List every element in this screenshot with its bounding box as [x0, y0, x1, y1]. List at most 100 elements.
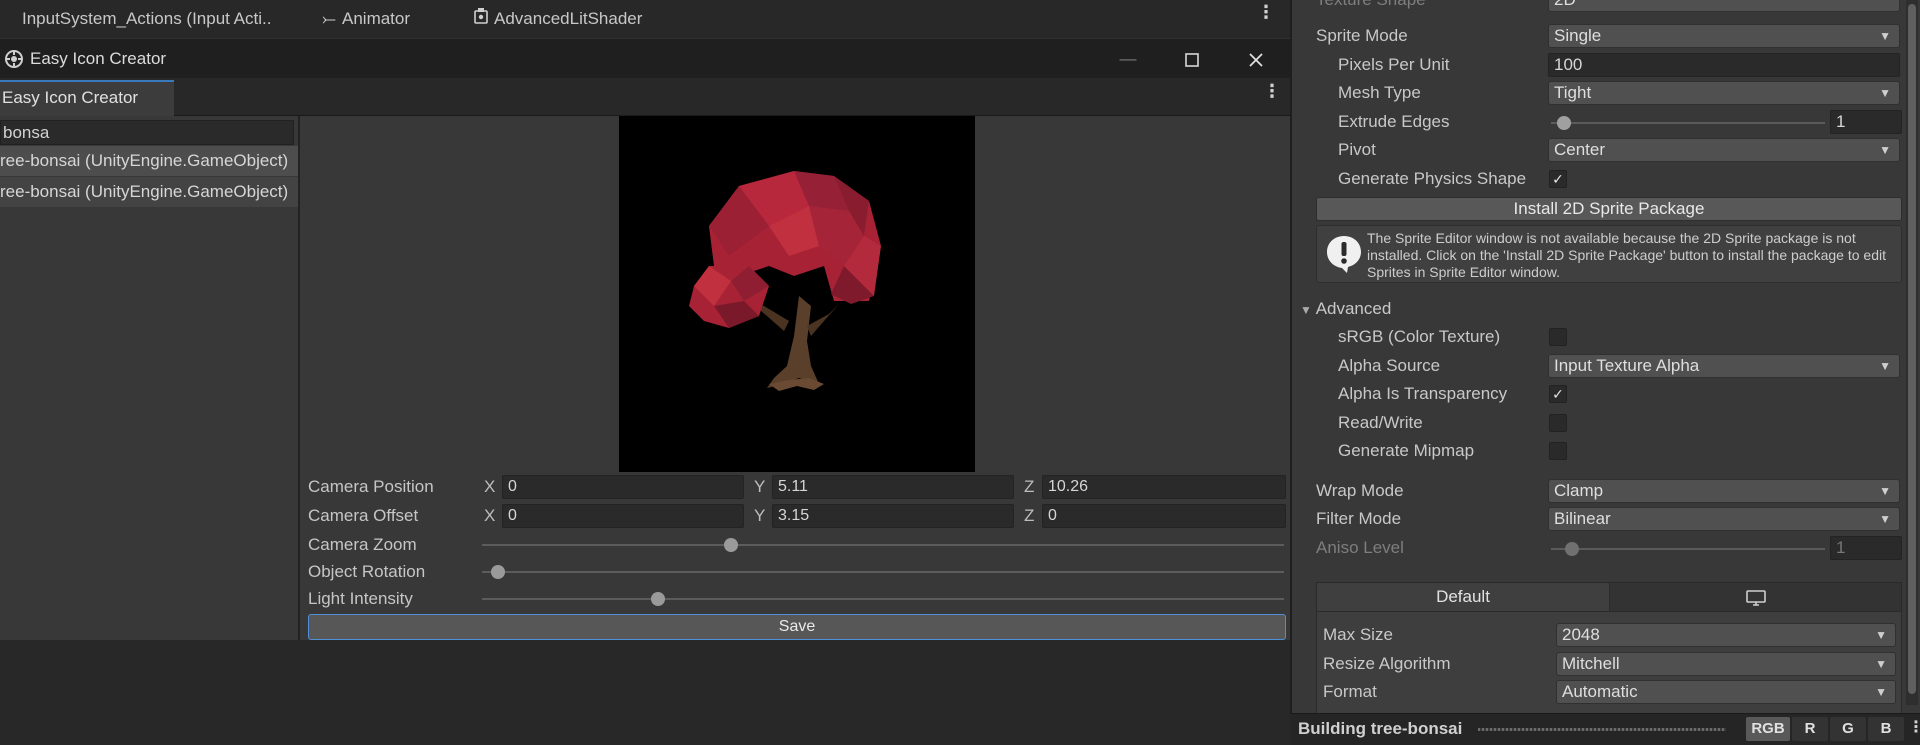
generate-mipmap-label: Generate Mipmap [1338, 441, 1475, 460]
mesh-type-label: Mesh Type [1338, 83, 1421, 102]
channel-g-button[interactable]: G [1830, 717, 1866, 741]
search-input[interactable]: bonsa [0, 120, 294, 145]
read-write-checkbox[interactable] [1549, 414, 1567, 432]
easy-icon-creator-window: Easy Icon Creator — Easy Icon Creator ⋮ … [0, 38, 1290, 640]
tabbar-menu-icon[interactable]: ⋮ [1256, 3, 1276, 21]
build-progress-bar [1478, 728, 1726, 731]
chevron-down-icon: ▼ [1875, 685, 1887, 699]
format-dropdown[interactable]: Automatic ▼ [1556, 680, 1896, 704]
editor-tab-bar: InputSystem_Actions (Input Acti.. ⤚ Anima… [0, 0, 1290, 38]
window-title: Easy Icon Creator [30, 49, 167, 68]
chevron-down-icon: ▼ [1879, 484, 1891, 498]
tab-input-actions[interactable]: InputSystem_Actions (Input Acti.. [22, 0, 271, 38]
camera-position-x-field[interactable]: 0 [502, 475, 744, 499]
pivot-label: Pivot [1338, 140, 1376, 159]
tab-easy-icon-creator[interactable]: Easy Icon Creator [0, 80, 174, 116]
extrude-edges-slider-handle[interactable] [1557, 116, 1571, 130]
channel-rgb-button[interactable]: RGB [1746, 717, 1790, 741]
aniso-level-field: 1 [1830, 536, 1902, 560]
advanced-foldout[interactable]: ▼ Advanced [1300, 297, 1391, 321]
generate-physics-shape-label: Generate Physics Shape [1338, 169, 1527, 188]
camera-position-z-field[interactable]: 10.26 [1042, 475, 1286, 499]
chevron-down-icon: ▼ [1875, 657, 1887, 671]
alpha-source-label: Alpha Source [1338, 356, 1441, 375]
close-button[interactable] [1236, 39, 1276, 79]
chevron-down-icon: ▼ [1875, 628, 1887, 642]
texture-shape-dropdown[interactable]: 2D [1548, 0, 1900, 12]
object-rotation-label: Object Rotation [308, 562, 426, 581]
alpha-is-transparency-label: Alpha Is Transparency [1338, 384, 1508, 403]
maximize-button[interactable] [1172, 39, 1212, 79]
filter-mode-dropdown[interactable]: Bilinear ▼ [1548, 507, 1900, 531]
status-menu-icon[interactable]: ⋮ [1906, 720, 1920, 736]
filter-mode-label: Filter Mode [1316, 509, 1402, 528]
help-message: The Sprite Editor window is not availabl… [1367, 230, 1886, 280]
camera-zoom-slider[interactable] [482, 544, 1284, 546]
platform-tab-default[interactable]: Default [1317, 583, 1609, 611]
read-write-label: Read/Write [1338, 413, 1423, 432]
platform-tab-standalone[interactable] [1609, 583, 1901, 611]
tab-animator[interactable]: ⤚ Animator [320, 0, 410, 38]
srgb-checkbox[interactable] [1549, 328, 1567, 346]
object-rotation-slider[interactable] [482, 571, 1284, 573]
light-intensity-label: Light Intensity [308, 589, 413, 608]
install-2d-sprite-package-button[interactable]: Install 2D Sprite Package [1316, 197, 1902, 221]
chevron-down-icon: ▼ [1879, 512, 1891, 526]
wrap-mode-label: Wrap Mode [1316, 481, 1404, 500]
app-logo-icon [5, 50, 23, 68]
max-size-dropdown[interactable]: 2048 ▼ [1556, 623, 1896, 647]
shader-icon [472, 0, 490, 38]
generate-physics-shape-checkbox[interactable]: ✓ [1549, 170, 1567, 188]
sprite-mode-dropdown[interactable]: Single ▼ [1548, 24, 1900, 48]
extrude-edges-field[interactable]: 1 [1830, 110, 1902, 134]
camera-offset-label: Camera Offset [308, 506, 419, 525]
camera-zoom-slider-handle[interactable] [723, 538, 738, 552]
tab-advanced-lit-shader[interactable]: AdvancedLitShader [472, 0, 642, 38]
mesh-type-dropdown[interactable]: Tight ▼ [1548, 81, 1900, 105]
window-titlebar[interactable]: Easy Icon Creator — [0, 38, 1290, 78]
aniso-level-slider [1551, 548, 1825, 550]
icon-preview [619, 116, 975, 472]
pixels-per-unit-field[interactable]: 100 [1548, 53, 1900, 77]
extrude-edges-label: Extrude Edges [1338, 112, 1450, 131]
resize-algorithm-dropdown[interactable]: Mitchell ▼ [1556, 652, 1896, 676]
light-intensity-slider-handle[interactable] [651, 592, 666, 606]
pixels-per-unit-label: Pixels Per Unit [1338, 55, 1450, 74]
srgb-label: sRGB (Color Texture) [1338, 327, 1501, 346]
save-button[interactable]: Save [308, 614, 1286, 640]
resize-algorithm-label: Resize Algorithm [1323, 654, 1451, 673]
channel-r-button[interactable]: R [1792, 717, 1828, 741]
extrude-edges-slider[interactable] [1551, 122, 1825, 124]
texture-shape-label: Texture Shape [1316, 0, 1426, 12]
tree-bonsai-preview-image [689, 171, 881, 391]
pivot-dropdown[interactable]: Center ▼ [1548, 138, 1900, 162]
alpha-is-transparency-checkbox[interactable]: ✓ [1549, 385, 1567, 403]
foldout-triangle-icon: ▼ [1300, 303, 1312, 317]
chevron-down-icon: ▼ [1879, 143, 1891, 157]
platform-tabs: Default [1316, 582, 1902, 612]
object-rotation-slider-handle[interactable] [491, 565, 506, 579]
max-size-label: Max Size [1323, 625, 1393, 644]
minimize-button[interactable]: — [1108, 39, 1148, 79]
camera-position-y-field[interactable]: 5.11 [772, 475, 1014, 499]
format-label: Format [1323, 682, 1377, 701]
camera-offset-z-field[interactable]: 0 [1042, 504, 1286, 528]
object-list-pane: bonsa ree-bonsai (UnityEngine.GameObject… [0, 116, 300, 640]
inspector-scrollbar-thumb[interactable] [1908, 4, 1916, 694]
axis-z-label: Z [1024, 477, 1035, 496]
chevron-down-icon: ▼ [1879, 359, 1891, 373]
window-tab-strip: Easy Icon Creator ⋮ [0, 78, 1290, 116]
channel-b-button[interactable]: B [1868, 717, 1904, 741]
window-menu-icon[interactable]: ⋮ [1262, 82, 1282, 100]
chevron-down-icon: ▼ [1879, 29, 1891, 43]
camera-offset-x-field[interactable]: 0 [502, 504, 744, 528]
light-intensity-slider[interactable] [482, 598, 1284, 600]
help-box: The Sprite Editor window is not availabl… [1316, 225, 1902, 283]
alpha-source-dropdown[interactable]: Input Texture Alpha ▼ [1548, 354, 1900, 378]
info-bubble-icon [1327, 236, 1361, 273]
generate-mipmap-checkbox[interactable] [1549, 442, 1567, 460]
wrap-mode-dropdown[interactable]: Clamp ▼ [1548, 479, 1900, 503]
list-item[interactable]: ree-bonsai (UnityEngine.GameObject) [0, 146, 298, 176]
list-item[interactable]: ree-bonsai (UnityEngine.GameObject) [0, 177, 298, 207]
camera-offset-y-field[interactable]: 3.15 [772, 504, 1014, 528]
